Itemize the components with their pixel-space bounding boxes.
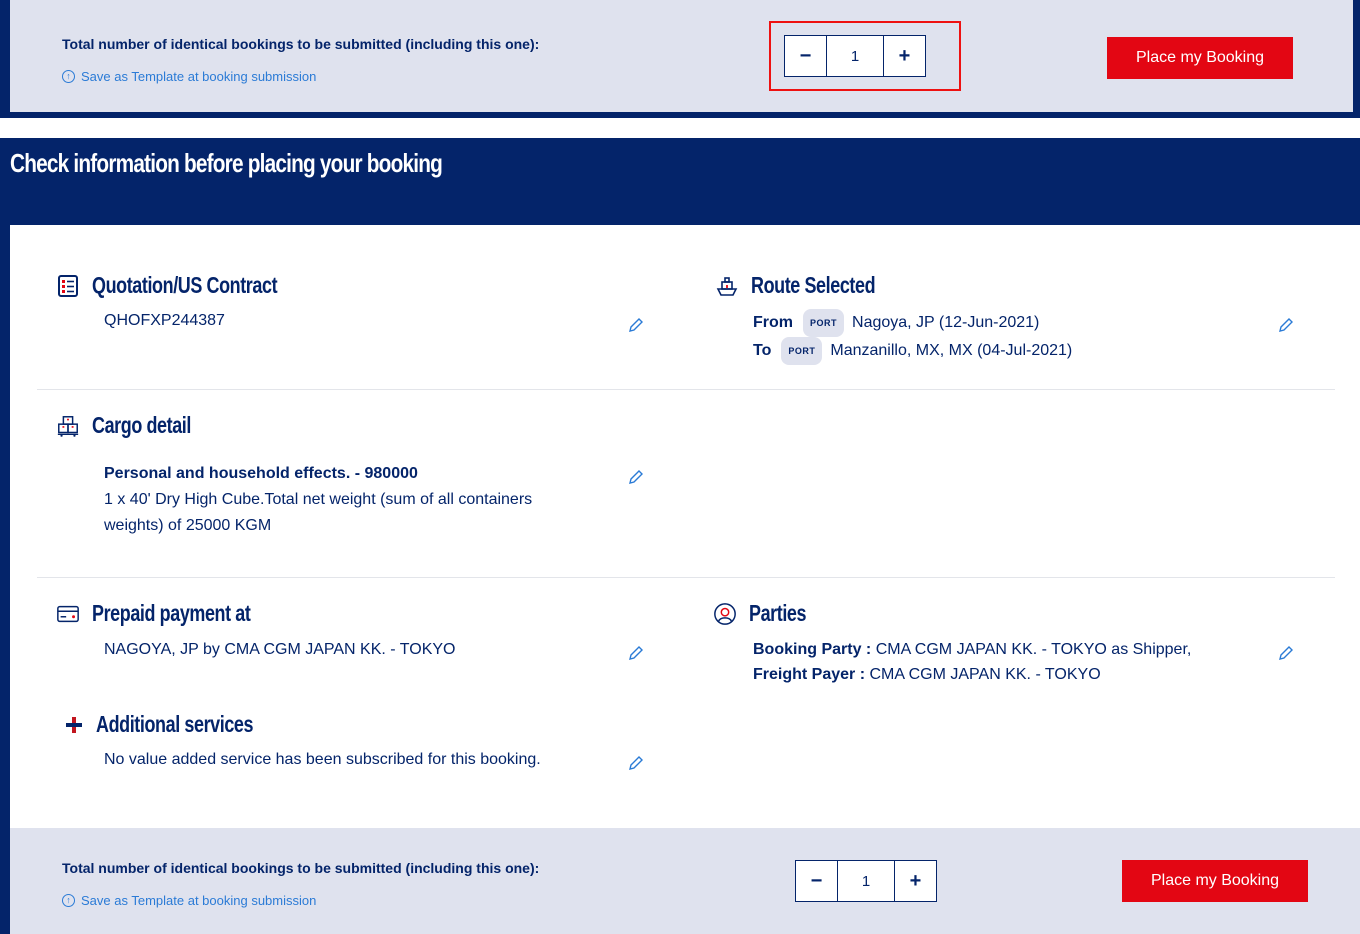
payment-value: NAGOYA, JP by CMA CGM JAPAN KK. - TOKYO <box>104 641 456 658</box>
top-place-booking-button[interactable]: Place my Booking <box>1107 37 1293 79</box>
quotation-section-title: Quotation/US Contract <box>56 272 329 299</box>
top-quantity-value[interactable]: 1 <box>826 36 884 76</box>
arrow-up-circle-icon: ↑ <box>62 70 75 83</box>
freight-payer-value: CMA CGM JAPAN KK. - TOKYO <box>869 666 1101 683</box>
route-to-row: To PORT Manzanillo, MX, MX (04-Jul-2021) <box>753 337 1072 365</box>
bottom-total-bookings-label: Total number of identical bookings to be… <box>62 860 540 876</box>
divider-2 <box>37 577 1335 578</box>
payment-title: Prepaid payment at <box>92 600 251 626</box>
cargo-boxes-icon <box>56 414 80 438</box>
cargo-detail-line-2: weights) of 25000 KGM <box>104 517 272 534</box>
booking-party-row: Booking Party : CMA CGM JAPAN KK. - TOKY… <box>753 637 1191 663</box>
route-from-row: From PORT Nagoya, JP (12-Jun-2021) <box>753 309 1039 337</box>
divider-1 <box>37 389 1335 390</box>
route-to-label: To <box>753 342 772 360</box>
booking-party-value: CMA CGM JAPAN KK. - TOKYO as Shipper, <box>875 641 1192 658</box>
edit-additional-pencil-icon[interactable] <box>628 755 644 771</box>
bottom-place-booking-button[interactable]: Place my Booking <box>1122 860 1308 902</box>
freight-payer-label: Freight Payer : <box>753 666 866 683</box>
top-increment-button[interactable]: + <box>884 36 925 76</box>
freight-payer-row: Freight Payer : CMA CGM JAPAN KK. - TOKY… <box>753 662 1101 688</box>
plus-icon <box>64 713 84 737</box>
edit-route-pencil-icon[interactable] <box>1278 317 1294 333</box>
top-total-bookings-label: Total number of identical bookings to be… <box>62 36 540 52</box>
cargo-section-title: Cargo detail <box>56 412 219 439</box>
top-save-template-link[interactable]: ↑ Save as Template at booking submission <box>62 69 316 84</box>
additional-section-title: Additional services <box>64 711 297 738</box>
parties-title: Parties <box>749 600 807 626</box>
additional-value: No value added service has been subscrib… <box>104 751 541 768</box>
edit-payment-pencil-icon[interactable] <box>628 645 644 661</box>
route-section-title: Route Selected <box>715 272 910 299</box>
bottom-save-template-link[interactable]: ↑ Save as Template at booking submission <box>62 893 316 908</box>
booking-party-label: Booking Party : <box>753 641 872 658</box>
payment-section-title: Prepaid payment at <box>56 600 295 627</box>
arrow-up-circle-icon: ↑ <box>62 894 75 907</box>
quotation-title: Quotation/US Contract <box>92 272 278 298</box>
check-info-header: Check information before placing your bo… <box>10 148 443 178</box>
cargo-commodity: Personal and household effects. - 980000 <box>104 465 418 482</box>
bottom-quantity-value[interactable]: 1 <box>837 861 895 901</box>
clipboard-icon <box>56 274 80 298</box>
route-from-label: From <box>753 314 793 332</box>
edit-parties-pencil-icon[interactable] <box>1278 645 1294 661</box>
cargo-detail-line-1: 1 x 40' Dry High Cube.Total net weight (… <box>104 491 533 508</box>
bottom-quantity-stepper: − 1 + <box>795 860 937 902</box>
route-title: Route Selected <box>751 272 876 298</box>
top-quantity-stepper: − 1 + <box>784 35 926 77</box>
person-circle-icon <box>713 602 737 626</box>
route-from-value: Nagoya, JP (12-Jun-2021) <box>852 314 1040 332</box>
quotation-value: QHOFXP244387 <box>104 312 225 329</box>
credit-card-icon <box>56 602 80 626</box>
bottom-decrement-button[interactable]: − <box>796 861 837 901</box>
top-save-template-label: Save as Template at booking submission <box>81 69 317 84</box>
bottom-increment-button[interactable]: + <box>895 861 936 901</box>
cargo-title: Cargo detail <box>92 412 191 438</box>
edit-quotation-pencil-icon[interactable] <box>628 317 644 333</box>
top-decrement-button[interactable]: − <box>785 36 826 76</box>
additional-title: Additional services <box>96 711 254 737</box>
route-to-value: Manzanillo, MX, MX (04-Jul-2021) <box>830 342 1073 360</box>
route-to-port-tag: PORT <box>781 337 823 365</box>
bottom-save-template-label: Save as Template at booking submission <box>81 893 317 908</box>
parties-section-title: Parties <box>713 600 822 627</box>
route-from-port-tag: PORT <box>803 309 845 337</box>
ship-icon <box>715 274 739 298</box>
edit-cargo-pencil-icon[interactable] <box>628 469 644 485</box>
